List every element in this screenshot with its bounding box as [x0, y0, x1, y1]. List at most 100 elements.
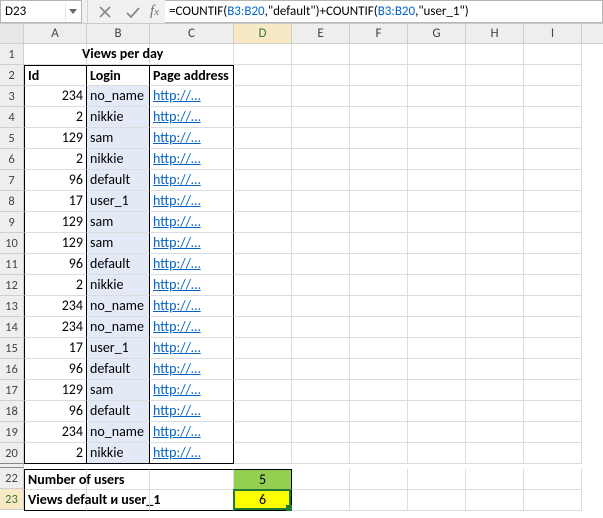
header-id[interactable]: Id [24, 65, 87, 86]
cell[interactable]: Views per day [87, 44, 150, 65]
cell-id[interactable]: 96 [24, 170, 87, 191]
cell[interactable] [234, 296, 292, 317]
cell[interactable] [466, 65, 524, 86]
cancel-icon[interactable] [96, 3, 114, 21]
cell[interactable] [524, 212, 582, 233]
row-header-16[interactable]: 16 [0, 359, 24, 380]
cell[interactable] [466, 380, 524, 401]
cell-id[interactable]: 129 [24, 212, 87, 233]
cell[interactable] [466, 191, 524, 212]
cell-page[interactable]: http://… [150, 170, 234, 191]
cell[interactable] [466, 490, 524, 511]
select-all-corner[interactable] [0, 24, 24, 44]
summary-default-label[interactable]: Views default и user_1 [24, 490, 87, 511]
cell-id[interactable]: 234 [24, 317, 87, 338]
page-link[interactable]: http://… [153, 381, 201, 398]
cell-id[interactable]: 2 [24, 107, 87, 128]
cell[interactable] [350, 254, 408, 275]
row-header-14[interactable]: 14 [0, 317, 24, 338]
cell[interactable] [350, 490, 408, 511]
cell[interactable] [292, 233, 350, 254]
page-link[interactable]: http://… [153, 87, 201, 104]
cell[interactable] [234, 359, 292, 380]
column-header-I[interactable]: I [524, 24, 582, 43]
cell[interactable] [524, 317, 582, 338]
cell[interactable] [466, 338, 524, 359]
cell-id[interactable]: 96 [24, 254, 87, 275]
cell[interactable] [234, 191, 292, 212]
cell-id[interactable]: 234 [24, 86, 87, 107]
cell[interactable] [408, 380, 466, 401]
row-header-12[interactable]: 12 [0, 275, 24, 296]
cell-login[interactable]: sam [87, 233, 150, 254]
cell-page[interactable]: http://… [150, 401, 234, 422]
cell[interactable] [234, 233, 292, 254]
cell[interactable] [524, 128, 582, 149]
cell-page[interactable]: http://… [150, 422, 234, 443]
cell-id[interactable]: 234 [24, 296, 87, 317]
cell[interactable] [234, 317, 292, 338]
cell[interactable] [292, 422, 350, 443]
cell[interactable] [524, 359, 582, 380]
cell[interactable] [408, 149, 466, 170]
cell[interactable] [350, 233, 408, 254]
cell[interactable] [350, 65, 408, 86]
cell[interactable] [408, 317, 466, 338]
cell-page[interactable]: http://… [150, 212, 234, 233]
header-page[interactable]: Page address [150, 65, 234, 86]
column-header-D[interactable]: D [234, 24, 292, 43]
cell[interactable] [524, 149, 582, 170]
cell[interactable] [234, 275, 292, 296]
cell[interactable] [350, 128, 408, 149]
fx-icon[interactable]: fx [150, 0, 165, 23]
cell-login[interactable]: default [87, 254, 150, 275]
cell[interactable] [292, 128, 350, 149]
cell[interactable] [408, 233, 466, 254]
row-header-3[interactable]: 3 [0, 86, 24, 107]
cell[interactable] [466, 469, 524, 490]
cell-id[interactable]: 2 [24, 275, 87, 296]
cell-id[interactable]: 17 [24, 338, 87, 359]
cell[interactable] [350, 212, 408, 233]
cell[interactable] [234, 65, 292, 86]
page-link[interactable]: http://… [153, 234, 201, 251]
cell-page[interactable]: http://… [150, 254, 234, 275]
cell[interactable] [524, 296, 582, 317]
cell[interactable] [350, 170, 408, 191]
cell[interactable] [408, 275, 466, 296]
row-header-19[interactable]: 19 [0, 422, 24, 443]
cell[interactable] [292, 296, 350, 317]
cell[interactable] [292, 490, 350, 511]
row-header-15[interactable]: 15 [0, 338, 24, 359]
page-link[interactable]: http://… [153, 171, 201, 188]
enter-icon[interactable] [124, 3, 142, 21]
cell[interactable] [524, 338, 582, 359]
cell-login[interactable]: no_name [87, 296, 150, 317]
cell[interactable] [408, 296, 466, 317]
cell[interactable] [524, 65, 582, 86]
cell[interactable] [524, 254, 582, 275]
formula-input[interactable]: =COUNTIF(B3:B20,"default")+COUNTIF(B3:B2… [165, 0, 603, 23]
cell-page[interactable]: http://… [150, 128, 234, 149]
cell[interactable] [408, 191, 466, 212]
page-link[interactable]: http://… [153, 213, 201, 230]
page-link[interactable]: http://… [153, 360, 201, 377]
cell[interactable] [350, 338, 408, 359]
row-header-13[interactable]: 13 [0, 296, 24, 317]
cell-login[interactable]: sam [87, 128, 150, 149]
row-header-7[interactable]: 7 [0, 170, 24, 191]
page-link[interactable]: http://… [153, 444, 201, 461]
cell[interactable] [466, 359, 524, 380]
cell[interactable] [466, 44, 524, 65]
cell[interactable] [234, 212, 292, 233]
cell[interactable] [524, 86, 582, 107]
cell[interactable] [408, 338, 466, 359]
cell[interactable] [524, 275, 582, 296]
column-header-F[interactable]: F [350, 24, 408, 43]
cell-page[interactable]: http://… [150, 317, 234, 338]
cell[interactable] [292, 170, 350, 191]
cell[interactable] [292, 401, 350, 422]
cell[interactable] [350, 107, 408, 128]
cell[interactable] [466, 233, 524, 254]
cell[interactable] [524, 191, 582, 212]
